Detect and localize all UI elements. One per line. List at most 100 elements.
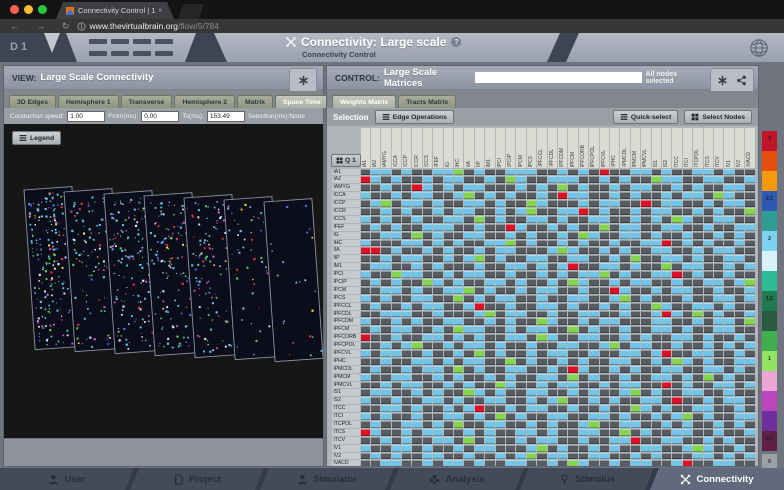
matrix-cell[interactable] (693, 247, 702, 254)
matrix-cell[interactable] (652, 374, 661, 381)
matrix-cell[interactable] (724, 247, 733, 254)
matrix-cell[interactable] (402, 342, 411, 349)
matrix-cell[interactable] (537, 255, 546, 262)
matrix-cell[interactable] (558, 358, 567, 365)
matrix-cell[interactable] (652, 216, 661, 223)
matrix-cell[interactable] (371, 382, 380, 389)
matrix-cell[interactable] (454, 303, 463, 310)
matrix-cell[interactable] (475, 326, 484, 333)
matrix-row-label[interactable]: lCCR (332, 208, 360, 215)
matrix-cell[interactable] (548, 334, 557, 341)
matrix-cell[interactable] (496, 176, 505, 183)
matrix-cell[interactable] (381, 295, 390, 302)
matrix-cell[interactable] (568, 184, 577, 191)
matrix-cell[interactable] (662, 413, 671, 420)
matrix-cell[interactable] (537, 326, 546, 333)
matrix-cell[interactable] (579, 176, 588, 183)
matrix-cell[interactable] (610, 421, 619, 428)
matrix-cell[interactable] (537, 311, 546, 318)
matrix-cell[interactable] (620, 295, 629, 302)
matrix-cell[interactable] (506, 271, 515, 278)
matrix-cell[interactable] (620, 397, 629, 404)
matrix-cell[interactable] (693, 224, 702, 231)
matrix-row-label[interactable]: lHC (332, 240, 360, 247)
matrix-cell[interactable] (361, 287, 370, 294)
matrix-cell[interactable] (392, 287, 401, 294)
matrix-cell[interactable] (558, 318, 567, 325)
matrix-cell[interactable] (402, 350, 411, 357)
matrix-cell[interactable] (568, 397, 577, 404)
matrix-cell[interactable] (589, 247, 598, 254)
matrix-cell[interactable] (537, 295, 546, 302)
matrix-cell[interactable] (600, 326, 609, 333)
matrix-cell[interactable] (714, 263, 723, 270)
matrix-cell[interactable] (620, 429, 629, 436)
matrix-cell[interactable] (464, 216, 473, 223)
matrix-cell[interactable] (433, 271, 442, 278)
matrix-cell[interactable] (704, 413, 713, 420)
matrix-cell[interactable] (600, 287, 609, 294)
matrix-cell[interactable] (735, 445, 744, 452)
matrix-cell[interactable] (693, 326, 702, 333)
matrix-cell[interactable] (527, 389, 536, 396)
matrix-cell[interactable] (735, 279, 744, 286)
matrix-cell[interactable] (579, 405, 588, 412)
matrix-cell[interactable] (485, 382, 494, 389)
matrix-cell[interactable] (527, 263, 536, 270)
matrix-cell[interactable] (412, 176, 421, 183)
matrix-cell[interactable] (600, 192, 609, 199)
matrix-cell[interactable] (392, 208, 401, 215)
matrix-row-label[interactable]: lPFCORB (332, 334, 360, 341)
matrix-row-label[interactable]: lTCPOL (332, 421, 360, 428)
matrix-cell[interactable] (704, 453, 713, 460)
matrix-cell[interactable] (631, 247, 640, 254)
matrix-cell[interactable] (610, 350, 619, 357)
matrix-cell[interactable] (568, 413, 577, 420)
matrix-cell[interactable] (724, 453, 733, 460)
matrix-cell[interactable] (496, 318, 505, 325)
matrix-cell[interactable] (683, 405, 692, 412)
matrix-cell[interactable] (745, 232, 754, 239)
matrix-cell[interactable] (579, 374, 588, 381)
matrix-cell[interactable] (402, 279, 411, 286)
matrix-cell[interactable] (600, 208, 609, 215)
matrix-cell[interactable] (714, 445, 723, 452)
matrix-col-header[interactable]: lM1 (485, 128, 494, 168)
matrix-cell[interactable] (693, 216, 702, 223)
matrix-cell[interactable] (516, 382, 525, 389)
matrix-cell[interactable] (454, 263, 463, 270)
matrix-cell[interactable] (704, 437, 713, 444)
matrix-cell[interactable] (496, 200, 505, 207)
matrix-cell[interactable] (610, 303, 619, 310)
matrix-cell[interactable] (433, 334, 442, 341)
footer-tab-project[interactable]: Project (130, 468, 264, 490)
matrix-cell[interactable] (423, 445, 432, 452)
matrix-cell[interactable] (568, 358, 577, 365)
matrix-cell[interactable] (506, 445, 515, 452)
matrix-cell[interactable] (371, 279, 380, 286)
matrix-cell[interactable] (610, 326, 619, 333)
matrix-cell[interactable] (464, 287, 473, 294)
matrix-cell[interactable] (600, 445, 609, 452)
matrix-cell[interactable] (735, 216, 744, 223)
matrix-cell[interactable] (745, 342, 754, 349)
matrix-col-header[interactable]: lCCS (423, 128, 432, 168)
matrix-cell[interactable] (433, 247, 442, 254)
matrix-cell[interactable] (464, 437, 473, 444)
matrix-cell[interactable] (381, 437, 390, 444)
matrix-cell[interactable] (558, 342, 567, 349)
matrix-cell[interactable] (423, 334, 432, 341)
matrix-cell[interactable] (735, 263, 744, 270)
back-icon[interactable]: ← (10, 21, 19, 31)
matrix-cell[interactable] (735, 184, 744, 191)
matrix-cell[interactable] (631, 184, 640, 191)
matrix-row-label[interactable]: lPMCDL (332, 366, 360, 373)
matrix-col-header[interactable]: lPFCPOL (589, 128, 598, 168)
matrix-cell[interactable] (641, 318, 650, 325)
matrix-cell[interactable] (412, 216, 421, 223)
matrix-cell[interactable] (641, 358, 650, 365)
matrix-cell[interactable] (652, 382, 661, 389)
matrix-cell[interactable] (361, 374, 370, 381)
matrix-cell[interactable] (527, 413, 536, 420)
matrix-cell[interactable] (444, 460, 453, 466)
